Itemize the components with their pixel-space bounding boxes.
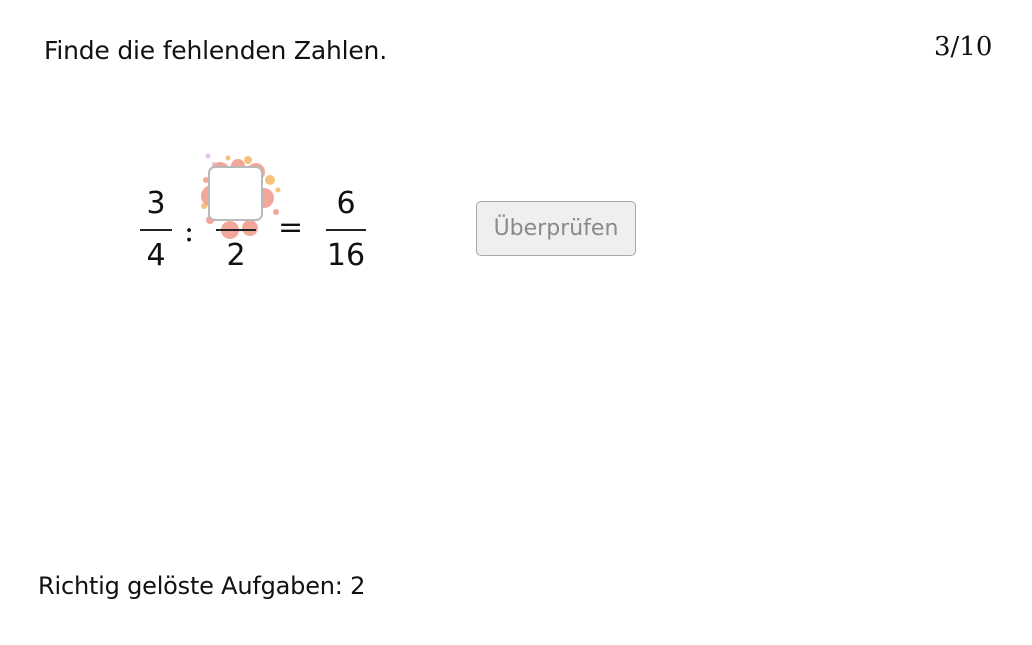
left-fraction-bar [140,229,172,231]
result-denominator: 16 [326,238,366,273]
result-numerator: 6 [336,186,356,221]
left-numerator: 3 [146,186,166,221]
result-fraction: 6 16 [326,186,366,278]
progress-counter: 3/10 [934,32,993,62]
equals-sign: = [278,210,304,245]
left-fraction: 3 4 [140,186,172,278]
missing-numerator-input[interactable] [208,166,263,221]
solved-count-text: Richtig gelöste Aufgaben: 2 [38,572,366,600]
left-denominator: 4 [146,238,166,273]
result-fraction-bar [326,229,366,231]
missing-denominator: 2 [226,238,246,273]
instruction-text: Finde die fehlenden Zahlen. [44,36,387,65]
check-button[interactable]: Überprüfen [476,201,636,256]
missing-fraction-bar [216,229,256,231]
